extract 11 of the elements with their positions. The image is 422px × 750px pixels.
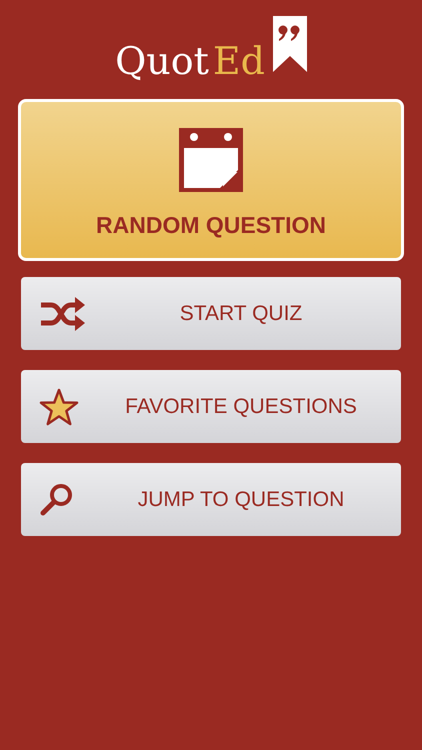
logo-text: Quot (115, 42, 209, 85)
calendar-icon (179, 128, 243, 192)
shuffle-icon (39, 296, 87, 332)
menu-button[interactable]: JUMP TO QUESTION (21, 463, 401, 536)
logo-text: Ed (212, 42, 265, 85)
search-icon (39, 482, 75, 518)
menu-button[interactable]: FAVORITE QUESTIONS (21, 370, 401, 443)
star-icon (39, 388, 79, 426)
random-question-button[interactable]: RANDOM QUESTION (18, 99, 404, 261)
bookmark-icon (272, 16, 307, 72)
menu-button[interactable]: START QUIZ (21, 277, 401, 350)
